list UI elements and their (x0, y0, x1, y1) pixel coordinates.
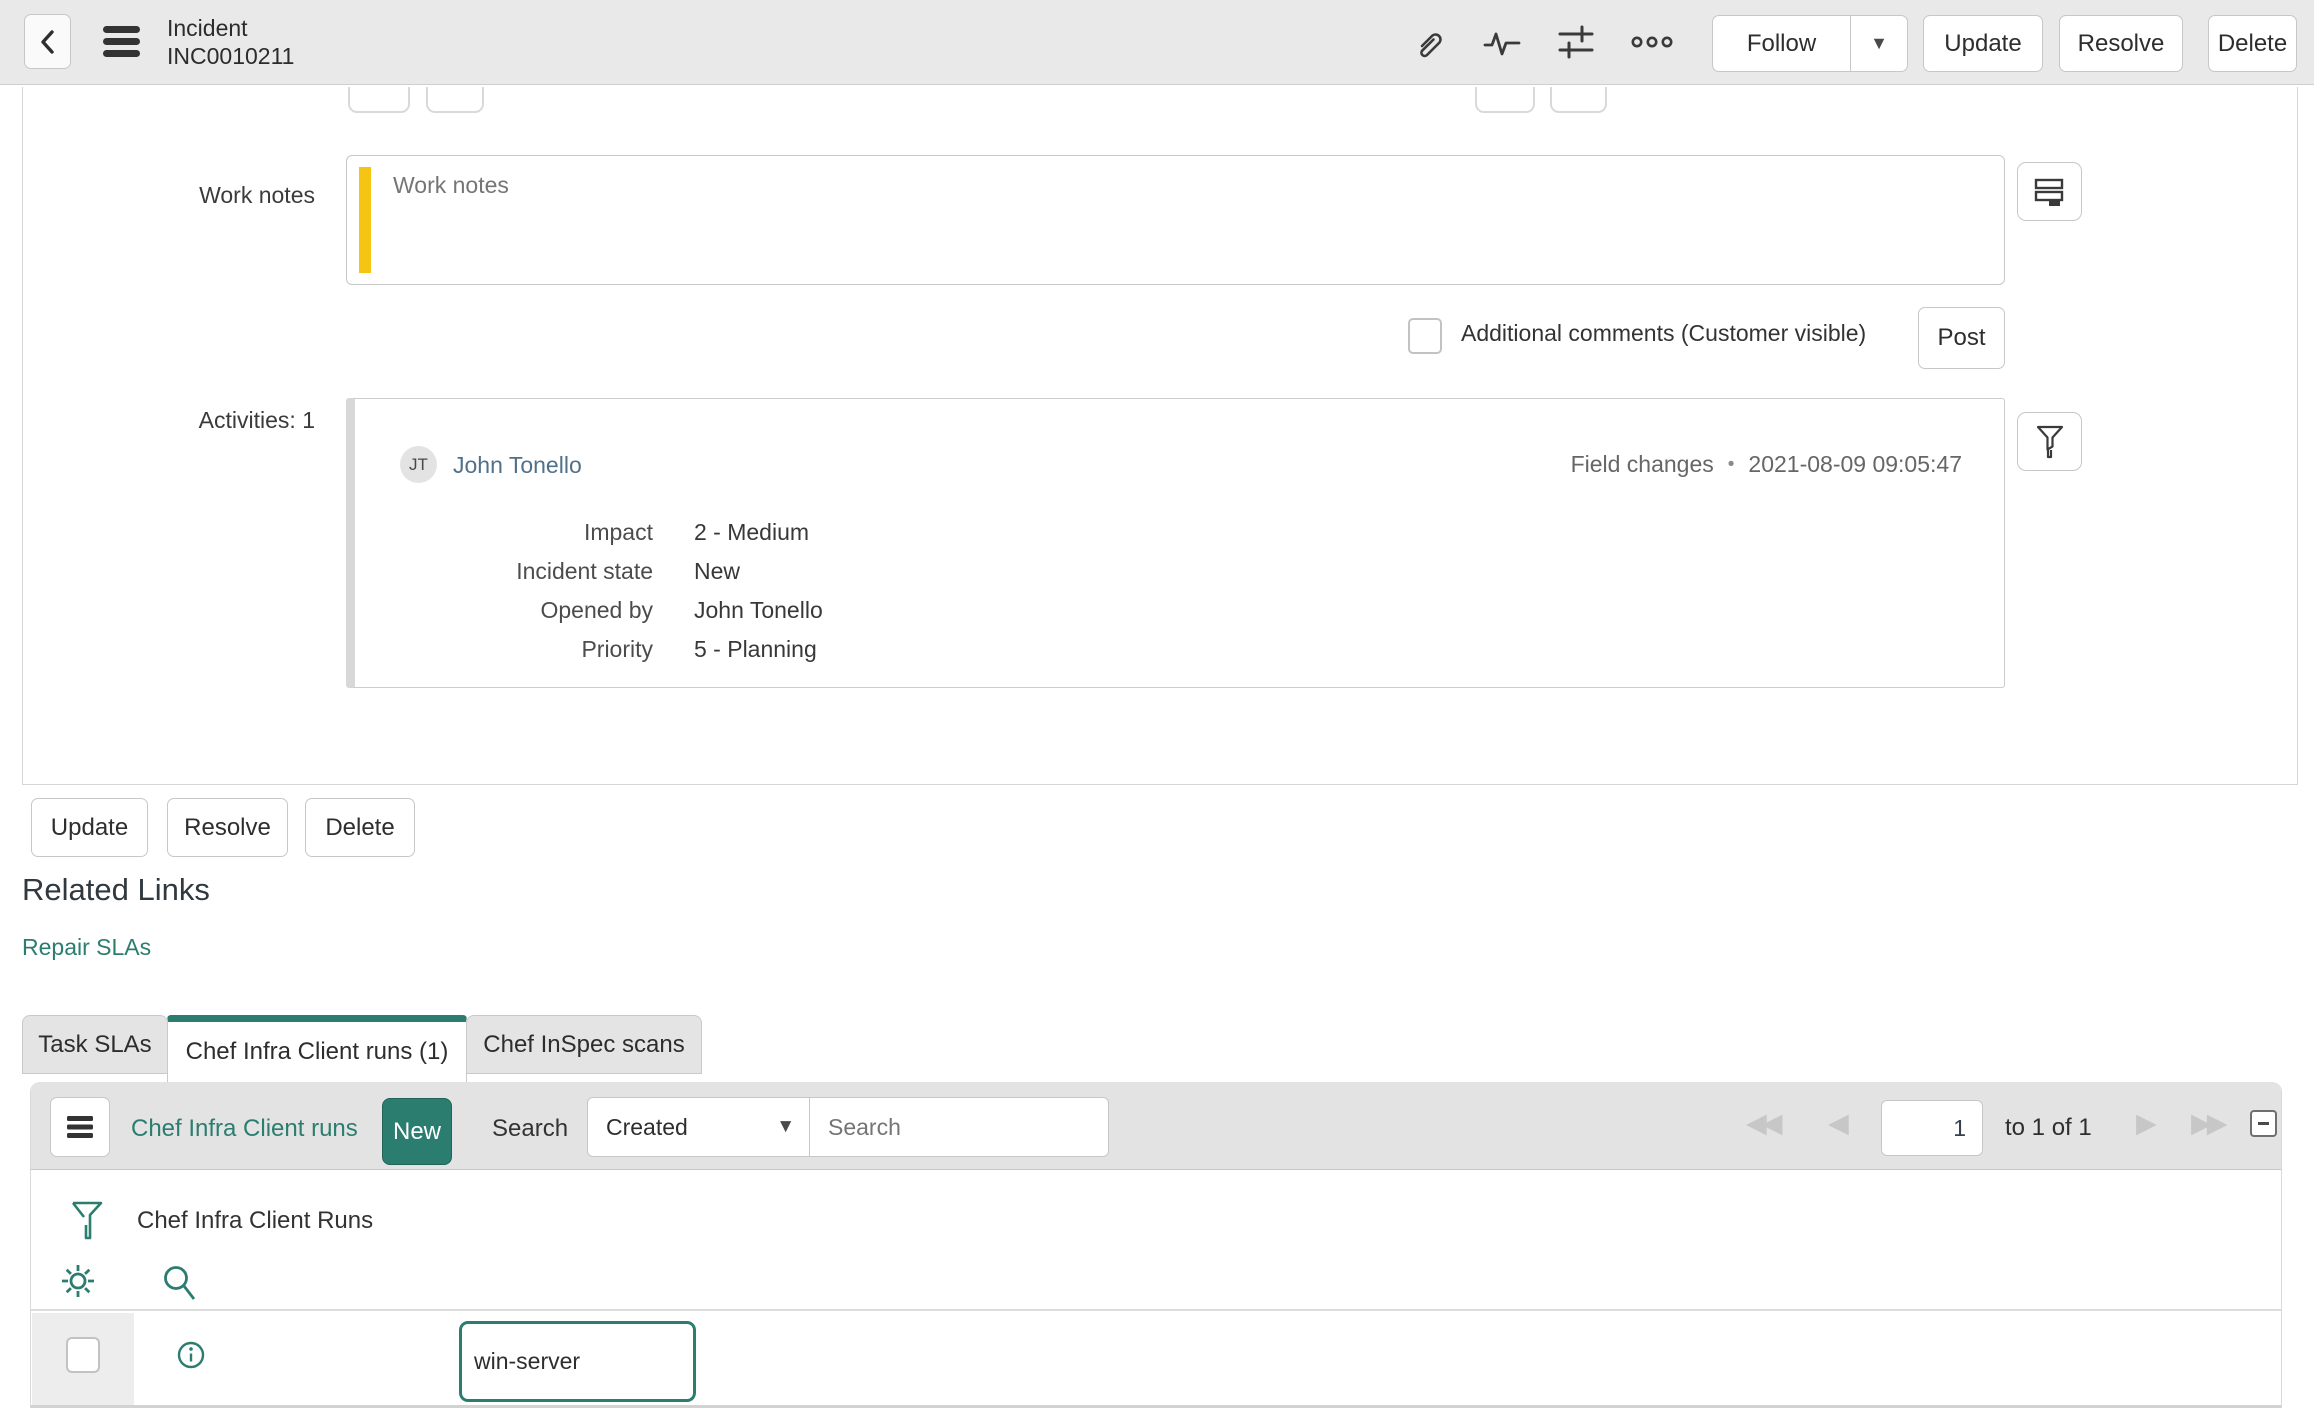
activity-timestamp: 2021-08-09 09:05:47 (1748, 451, 1962, 477)
clipped-button[interactable] (1475, 87, 1535, 113)
caret-down-icon: ▼ (1870, 33, 1888, 53)
work-notes-highlight-bar (359, 167, 371, 273)
search-label: Search (492, 1115, 569, 1142)
last-page-button[interactable]: ▶▶ (2191, 1108, 2227, 1139)
activity-entry-card: JT John Tonello Field changes • 2021-08-… (346, 398, 2005, 688)
list-context-menu-button[interactable] (50, 1097, 110, 1157)
additional-comments-label: Additional comments (Customer visible) (1461, 320, 1867, 346)
follow-dropdown-button[interactable]: ▼ (1850, 16, 1907, 71)
incident-page: Incident INC0010211 Follow ▼ Update Reso… (0, 0, 2314, 1408)
toggle-activity-stream-button[interactable] (2017, 162, 2082, 221)
search-column-select[interactable]: Created ▼ (587, 1097, 810, 1157)
incident-form-section: Work notes Additional comments (Customer… (22, 87, 2298, 785)
list-title[interactable]: Chef Infra Client runs (131, 1115, 358, 1143)
delete-button-header[interactable]: Delete (2208, 15, 2297, 72)
caret-down-icon: ▼ (776, 1116, 795, 1137)
chevron-left-icon (35, 27, 61, 57)
first-page-button[interactable]: ◀◀ (1746, 1108, 1782, 1139)
record-type-label: Incident (167, 15, 248, 41)
next-page-button[interactable]: ▶ (2136, 1108, 2157, 1139)
page-number-input[interactable] (1881, 1100, 1983, 1156)
follow-button[interactable]: Follow (1713, 16, 1850, 71)
bullet-separator: • (1727, 453, 1735, 475)
activity-pulse-icon[interactable] (1483, 25, 1521, 61)
back-button[interactable] (24, 14, 71, 69)
related-links-heading: Related Links (22, 872, 210, 907)
list-personalize-gear-icon[interactable] (61, 1264, 95, 1298)
record-number-label: INC0010211 (167, 43, 295, 69)
activity-stream-icon (2033, 177, 2067, 207)
clipped-button[interactable] (426, 87, 484, 113)
field-change-row: Incident state New (355, 552, 2004, 591)
additional-comments-checkbox[interactable] (1408, 318, 1442, 354)
field-change-value: New (694, 558, 741, 584)
clipped-button[interactable] (348, 87, 410, 113)
resolve-button-header[interactable]: Resolve (2059, 15, 2183, 72)
record-preview-info-icon[interactable] (177, 1341, 205, 1369)
work-notes-input[interactable] (347, 156, 2004, 284)
clipped-button[interactable] (1550, 87, 1607, 113)
more-options-icon[interactable] (1630, 33, 1674, 51)
personalize-sliders-icon[interactable] (1557, 22, 1595, 62)
minus-icon (2258, 1122, 2269, 1125)
collapse-list-button[interactable] (2250, 1110, 2277, 1137)
chef-infra-client-runs-list: Chef Infra Client runs New Search Create… (30, 1082, 2282, 1408)
top-header-bar: Incident INC0010211 Follow ▼ Update Reso… (0, 0, 2314, 85)
field-change-label: Priority (581, 636, 653, 662)
field-change-row: Priority 5 - Planning (355, 630, 2004, 669)
tab-chef-inspec-scans[interactable]: Chef InSpec scans (466, 1015, 702, 1074)
list-breadcrumb-title[interactable]: Chef Infra Client Runs (137, 1207, 373, 1235)
list-filter-funnel-icon[interactable] (71, 1200, 103, 1242)
header-divider (31, 1309, 2281, 1311)
activity-filter-button[interactable] (2017, 412, 2082, 471)
update-button-footer[interactable]: Update (31, 798, 148, 857)
list-hamburger-icon (67, 1115, 93, 1139)
list-header-bar: Chef Infra Client runs New Search Create… (31, 1082, 2281, 1170)
field-change-row: Opened by John Tonello (355, 591, 2004, 630)
field-change-value: 5 - Planning (694, 636, 817, 662)
field-change-label: Impact (583, 519, 653, 545)
search-column-value: Created (606, 1113, 688, 1140)
activity-author: John Tonello (453, 452, 582, 478)
tab-task-slas[interactable]: Task SLAs (22, 1015, 168, 1074)
resolve-button-footer[interactable]: Resolve (167, 798, 288, 857)
row-checkbox[interactable] (66, 1337, 100, 1373)
page-title: Incident INC0010211 (167, 14, 294, 70)
update-button-header[interactable]: Update (1923, 15, 2043, 72)
activity-field-changes: Impact 2 - Medium Incident state New Ope… (355, 513, 2004, 669)
field-change-value: John Tonello (694, 597, 823, 623)
funnel-icon (2036, 424, 2064, 460)
list-search-magnifier-icon[interactable] (161, 1264, 197, 1302)
activities-label: Activities: 1 (198, 407, 315, 433)
list-search-input[interactable] (810, 1097, 1109, 1157)
previous-page-button[interactable]: ◀ (1828, 1108, 1849, 1139)
new-record-button[interactable]: New (382, 1098, 452, 1165)
repair-slas-link[interactable]: Repair SLAs (22, 934, 151, 961)
menu-hamburger-icon[interactable] (103, 24, 141, 60)
activity-meta: Field changes • 2021-08-09 09:05:47 (1571, 451, 1962, 478)
delete-button-footer[interactable]: Delete (305, 798, 415, 857)
row-node-name-value: win-server (474, 1348, 581, 1374)
attachment-paperclip-icon[interactable] (1412, 25, 1448, 61)
pagination-range-text: to 1 of 1 (2005, 1114, 2092, 1141)
field-change-label: Incident state (516, 558, 653, 584)
follow-split-button: Follow ▼ (1712, 15, 1908, 72)
field-change-row: Impact 2 - Medium (355, 513, 2004, 552)
field-change-label: Opened by (540, 597, 653, 623)
tab-chef-infra-client-runs[interactable]: Chef Infra Client runs (1) (167, 1015, 467, 1082)
work-notes-field (346, 155, 2005, 285)
row-node-name-cell-focused[interactable]: win-server (459, 1321, 696, 1402)
field-change-value: 2 - Medium (694, 519, 810, 545)
avatar: JT (400, 446, 437, 483)
work-notes-label: Work notes (199, 182, 315, 208)
activity-type: Field changes (1570, 451, 1714, 477)
post-button[interactable]: Post (1918, 307, 2005, 369)
